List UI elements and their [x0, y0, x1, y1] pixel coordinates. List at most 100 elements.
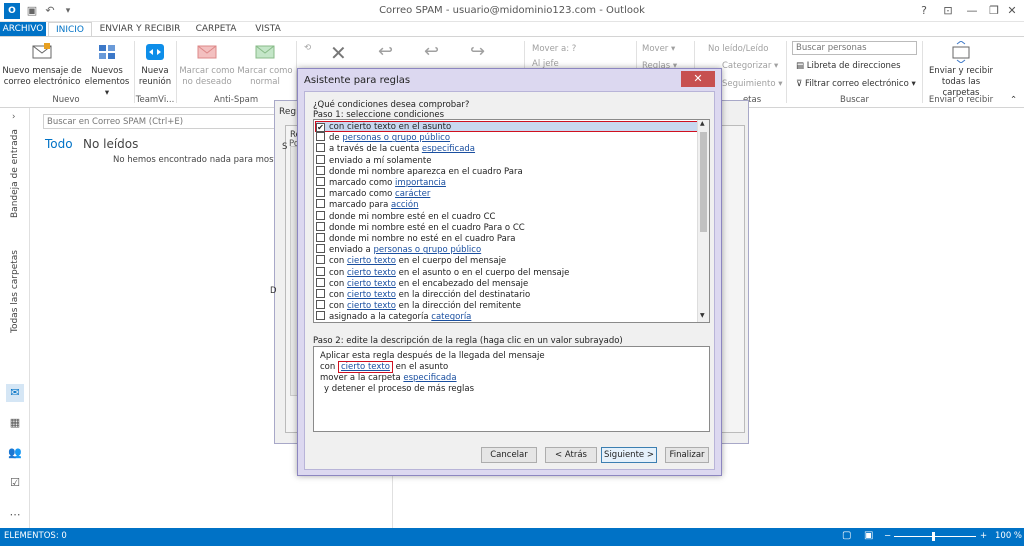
forward-icon[interactable]: ↪ — [470, 41, 485, 62]
reply-all-icon[interactable]: ↩ — [424, 41, 439, 62]
next-button[interactable]: Siguiente > — [601, 447, 657, 463]
new-items-button[interactable]: Nuevos elementos ▾ — [84, 41, 130, 99]
zoom-slider[interactable] — [894, 536, 976, 537]
tab-enviar-recibir[interactable]: ENVIAR Y RECIBIR — [98, 22, 182, 36]
scroll-thumb[interactable] — [700, 132, 707, 232]
filter-unread[interactable]: No leídos — [83, 137, 138, 151]
condition-link[interactable]: carácter — [395, 189, 430, 199]
help-button[interactable]: ? — [912, 2, 936, 20]
quick-step-move-to[interactable]: Mover a: ? — [532, 44, 576, 54]
reading-view-icon[interactable]: ▣ — [864, 530, 873, 541]
condition-row[interactable]: a través de la cuenta especificada — [316, 143, 475, 154]
condition-link[interactable]: personas o grupo público — [373, 245, 481, 255]
conditions-list[interactable]: ✔ con cierto texto en el asunto de persona… — [313, 119, 710, 323]
checkbox-icon[interactable] — [316, 289, 325, 298]
condition-link[interactable]: especificada — [422, 144, 475, 154]
filter-email-button[interactable]: ⊽ Filtrar correo electrónico ▾ — [796, 79, 916, 89]
condition-row[interactable]: ✔ con cierto texto en el asunto — [315, 121, 698, 132]
condition-row[interactable]: donde mi nombre esté en el cuadro Para o… — [316, 221, 525, 233]
tab-inicio[interactable]: INICIO — [48, 22, 92, 36]
condition-link[interactable]: cierto texto — [347, 122, 396, 132]
zoom-out-icon[interactable]: − — [884, 531, 891, 541]
checkbox-icon[interactable] — [316, 244, 325, 254]
mark-normal-button[interactable]: Marcar como normal — [236, 41, 294, 88]
condition-row[interactable]: marcado como carácter — [316, 188, 430, 199]
scroll-down-icon[interactable]: ▼ — [700, 312, 705, 319]
tab-vista[interactable]: VISTA — [250, 22, 286, 36]
checkbox-icon[interactable] — [316, 221, 325, 231]
desc-link-especificada[interactable]: especificada — [403, 373, 456, 383]
condition-link[interactable]: cierto texto — [347, 290, 396, 300]
checkbox-icon[interactable] — [316, 177, 325, 186]
ribbon-display-icon[interactable]: ⊡ — [936, 2, 960, 20]
wizard-close-button[interactable]: ✕ — [681, 71, 715, 87]
scroll-up-icon[interactable]: ▲ — [700, 120, 705, 127]
send-receive-all-button[interactable]: Enviar y recibir todas las carpetas — [924, 41, 998, 99]
condition-row[interactable]: enviado a mí solamente — [316, 154, 431, 166]
mark-junk-button[interactable]: Marcar como no deseado — [178, 41, 236, 88]
tasks-icon[interactable]: ☑ — [6, 474, 24, 492]
nav-all-folders[interactable]: Todas las carpetas — [10, 250, 20, 333]
condition-row[interactable]: donde mi nombre no esté en el cuadro Par… — [316, 233, 516, 244]
condition-row[interactable]: con cierto texto en el asunto o en el cu… — [316, 266, 569, 278]
move-button[interactable]: Mover ▾ — [642, 44, 675, 54]
nav-inbox[interactable]: Bandeja de entrada — [10, 129, 20, 218]
checkbox-icon[interactable] — [316, 143, 325, 153]
collapse-ribbon-icon[interactable]: ⌃ — [1010, 95, 1017, 105]
categorize-button[interactable]: Categorizar ▾ — [722, 61, 778, 71]
checkbox-icon[interactable] — [316, 132, 325, 142]
condition-row[interactable]: donde mi nombre esté en el cuadro CC — [316, 210, 495, 222]
cancel-button[interactable]: Cancelar — [481, 447, 537, 463]
condition-row[interactable]: con cierto texto en el encabezado del me… — [316, 277, 528, 289]
condition-row[interactable]: donde mi nombre aparezca en el cuadro Pa… — [316, 165, 523, 177]
mail-icon[interactable]: ✉ — [6, 384, 24, 402]
expand-pane-icon[interactable]: › — [12, 112, 15, 122]
minimize-button[interactable]: — — [960, 2, 984, 20]
condition-row[interactable]: marcado para acción — [316, 199, 419, 210]
checkbox-icon[interactable] — [316, 210, 325, 220]
delete-icon[interactable]: ✕ — [330, 41, 347, 65]
people-icon[interactable]: 👥 — [6, 444, 24, 462]
checkbox-icon[interactable] — [316, 188, 325, 198]
search-people-input[interactable] — [792, 41, 917, 55]
condition-row[interactable]: con cierto texto en la dirección del rem… — [316, 300, 521, 311]
conditions-scrollbar[interactable]: ▲ ▼ — [697, 120, 709, 322]
normal-view-icon[interactable]: ▢ — [842, 530, 851, 541]
new-email-button[interactable]: Nuevo mensaje de correo electrónico — [2, 41, 82, 88]
condition-link[interactable]: cierto texto — [347, 256, 396, 266]
calendar-icon[interactable]: ▦ — [6, 414, 24, 432]
desc-link-cierto-texto[interactable]: cierto texto — [337, 361, 393, 373]
condition-link[interactable]: cierto texto — [347, 268, 396, 278]
back-button[interactable]: < Atrás — [545, 447, 597, 463]
close-window-button[interactable]: ✕ — [1000, 2, 1024, 20]
more-icon[interactable]: ⋯ — [6, 506, 24, 524]
filter-all[interactable]: Todo — [45, 137, 73, 151]
checkbox-icon[interactable] — [316, 300, 325, 310]
zoom-slider-thumb[interactable] — [932, 532, 935, 541]
condition-link[interactable]: cierto texto — [347, 279, 396, 289]
new-meeting-button[interactable]: Nueva reunión — [136, 41, 174, 88]
checkbox-icon[interactable] — [316, 154, 325, 164]
condition-row[interactable]: con cierto texto en el cuerpo del mensaj… — [316, 255, 506, 266]
address-book-button[interactable]: ▤ Libreta de direcciones — [796, 61, 901, 71]
condition-row[interactable]: marcado como importancia — [316, 177, 446, 188]
ignore-icon[interactable]: ⟲ — [304, 43, 311, 53]
condition-link[interactable]: cierto texto — [347, 301, 396, 311]
checkbox-icon[interactable] — [316, 277, 325, 287]
condition-link[interactable]: acción — [391, 200, 419, 210]
checkbox-icon[interactable] — [316, 233, 325, 242]
checkbox-icon[interactable] — [316, 311, 325, 321]
condition-link[interactable]: importancia — [395, 178, 446, 188]
checkbox-icon[interactable] — [316, 255, 325, 265]
condition-link[interactable]: personas o grupo público — [342, 133, 450, 143]
checkbox-icon[interactable] — [316, 199, 325, 209]
unread-read-button[interactable]: No leído/Leído — [708, 44, 768, 54]
condition-row[interactable]: enviado a personas o grupo público — [316, 244, 481, 255]
reply-icon[interactable]: ↩ — [378, 41, 393, 62]
condition-link[interactable]: categoría — [431, 312, 471, 322]
finish-button[interactable]: Finalizar — [665, 447, 709, 463]
mail-search-input[interactable] — [43, 114, 278, 129]
zoom-in-icon[interactable]: + — [980, 531, 987, 541]
condition-row[interactable]: asignado a la categoría categoría — [316, 311, 471, 322]
tab-carpeta[interactable]: CARPETA — [188, 22, 244, 36]
